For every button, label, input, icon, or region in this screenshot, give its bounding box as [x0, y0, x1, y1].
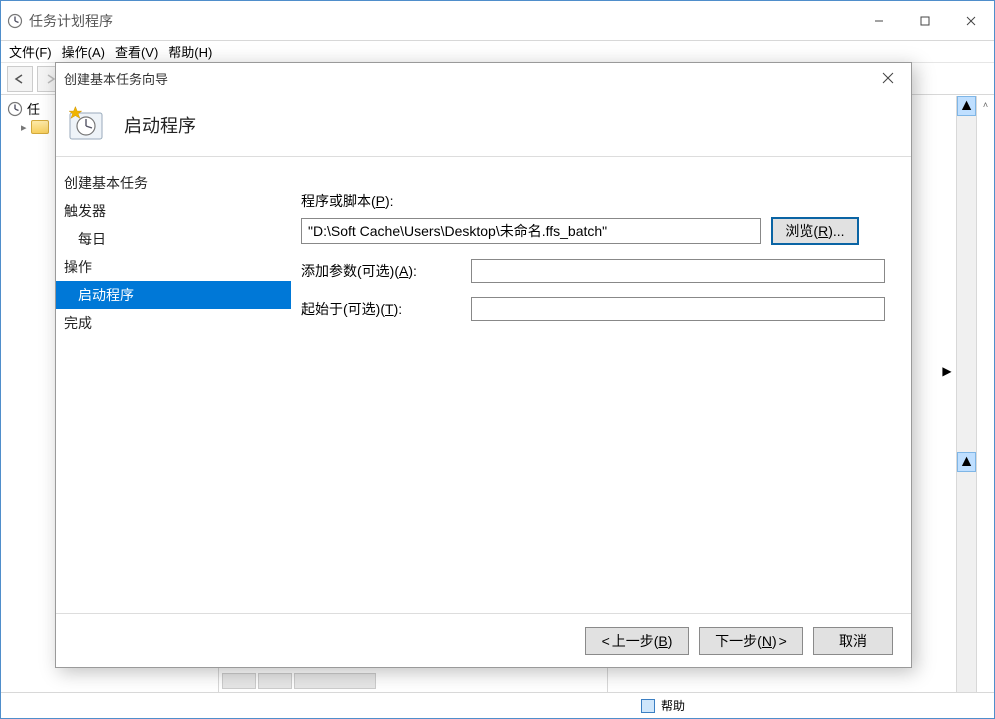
arguments-input[interactable] [471, 259, 885, 283]
window-controls [856, 1, 994, 40]
tree-root-label: 任 [27, 99, 40, 118]
dialog-body: 创建基本任务 触发器 每日 操作 启动程序 完成 程序或脚本(P): 浏览(R)… [56, 157, 911, 613]
start-in-label: 起始于(可选)(T): [301, 299, 461, 319]
arguments-label: 添加参数(可选)(A): [301, 261, 461, 281]
maximize-button[interactable] [902, 1, 948, 40]
actions-scrollbar[interactable]: ▲ ▲ [956, 96, 976, 692]
dialog-titlebar: 创建基本任务向导 [56, 63, 911, 93]
dialog-header: 启动程序 [56, 93, 911, 157]
minimize-button[interactable] [856, 1, 902, 40]
start-in-input[interactable] [471, 297, 885, 321]
hscroll-stubs [222, 673, 376, 691]
chevron-right-icon[interactable]: ▶ [938, 356, 956, 386]
menu-help[interactable]: 帮助(H) [168, 42, 212, 61]
tree-expander[interactable]: ▸ [21, 121, 27, 134]
close-button[interactable] [948, 1, 994, 40]
nav-action[interactable]: 操作 [56, 253, 291, 281]
nav-action-run-program[interactable]: 启动程序 [56, 281, 291, 309]
nav-create-task[interactable]: 创建基本任务 [56, 169, 291, 197]
scroll-track[interactable] [957, 116, 976, 672]
stub[interactable] [258, 673, 292, 689]
status-text: 帮助 [661, 697, 685, 714]
clock-icon [7, 13, 23, 29]
main-titlebar: 任务计划程序 [1, 1, 994, 41]
wizard-icon [66, 105, 106, 145]
status-icon [641, 699, 655, 713]
main-window-title: 任务计划程序 [29, 11, 856, 31]
browse-button[interactable]: 浏览(R)... [771, 217, 859, 245]
menu-file[interactable]: 文件(F) [9, 42, 52, 61]
stub[interactable] [294, 673, 376, 689]
clock-icon [7, 101, 23, 117]
statusbar: 帮助 [1, 692, 994, 718]
wizard-nav: 创建基本任务 触发器 每日 操作 启动程序 完成 [56, 157, 291, 613]
next-button[interactable]: 下一步(N)> [699, 627, 803, 655]
script-path-input[interactable] [301, 218, 761, 244]
outer-scroll-up[interactable]: ˄ [977, 96, 994, 114]
back-button[interactable]: <上一步(B) [585, 627, 689, 655]
stub[interactable] [222, 673, 256, 689]
scroll-down-button[interactable]: ▲ [957, 452, 976, 472]
script-label: 程序或脚本(P): [301, 193, 394, 209]
wizard-dialog: 创建基本任务向导 启动程序 创建基本任务 触发器 每日 操作 启动程序 完成 [55, 62, 912, 668]
toolbar-back-button[interactable] [7, 66, 33, 92]
menu-view[interactable]: 查看(V) [115, 42, 158, 61]
folder-icon [31, 120, 49, 134]
nav-finish[interactable]: 完成 [56, 309, 291, 337]
dialog-content: 程序或脚本(P): 浏览(R)... 添加参数(可选)(A): 起始于(可选)(… [291, 157, 911, 613]
dialog-header-title: 启动程序 [124, 112, 196, 138]
cancel-button[interactable]: 取消 [813, 627, 893, 655]
dialog-footer: <上一步(B) 下一步(N)> 取消 [56, 613, 911, 667]
nav-trigger-daily[interactable]: 每日 [56, 225, 291, 253]
scroll-up-button[interactable]: ▲ [957, 96, 976, 116]
menubar: 文件(F) 操作(A) 查看(V) 帮助(H) [1, 41, 994, 63]
dialog-close-button[interactable] [873, 63, 903, 93]
nav-trigger[interactable]: 触发器 [56, 197, 291, 225]
dialog-title: 创建基本任务向导 [64, 69, 873, 88]
outer-scrollbar[interactable]: ˄ [976, 96, 994, 692]
menu-action[interactable]: 操作(A) [62, 42, 105, 61]
